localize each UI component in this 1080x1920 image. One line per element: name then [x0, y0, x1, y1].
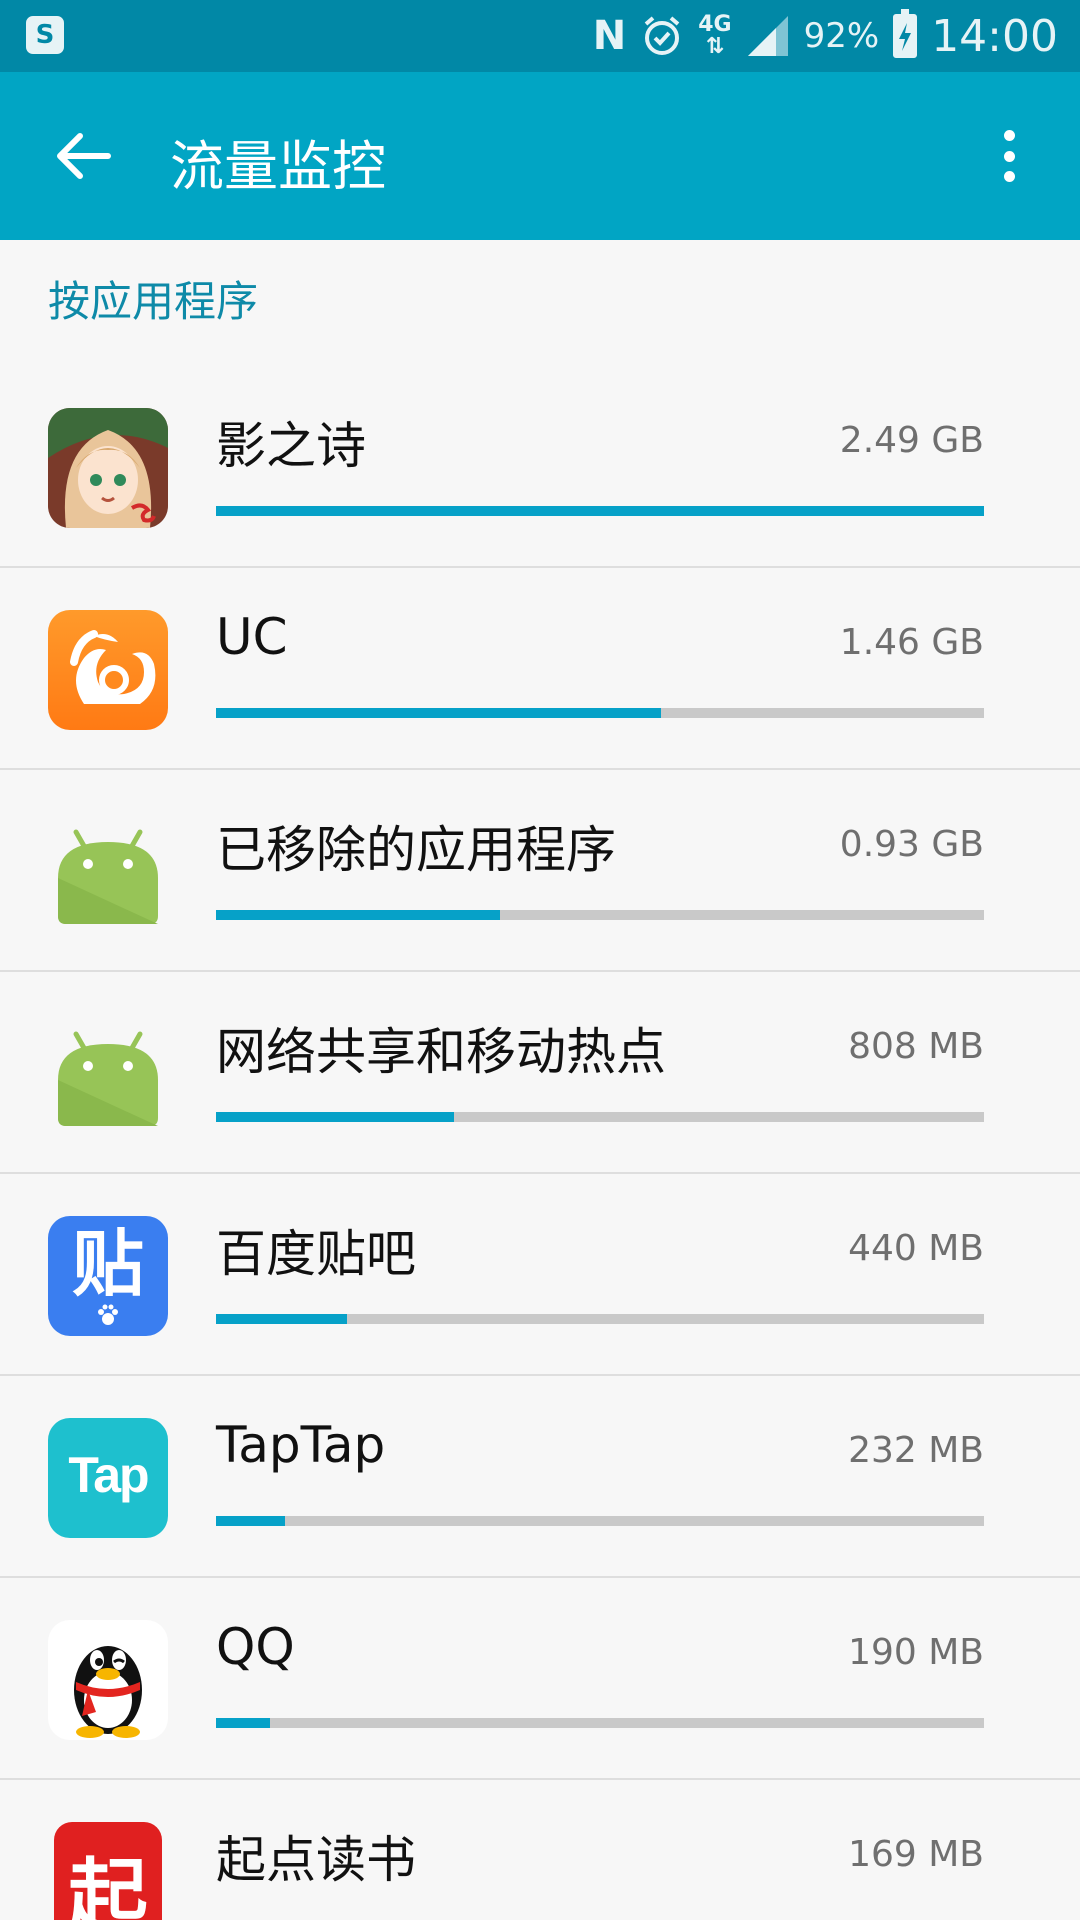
status-time: 14:00: [931, 10, 1058, 62]
more-vert-icon: [1003, 130, 1015, 141]
section-header: 按应用程序: [48, 277, 259, 326]
usage-bar-fill: [216, 1718, 270, 1728]
usage-bar: [216, 1516, 984, 1526]
app-data-size: 2.49 GB: [839, 420, 984, 461]
app-data-size: 808 MB: [848, 1026, 984, 1067]
app-data-size: 169 MB: [848, 1834, 984, 1875]
usage-bar-fill: [216, 1516, 286, 1526]
usage-bar: [216, 1112, 984, 1122]
list-item[interactable]: 贴 百度贴吧 440 MB: [0, 1174, 1080, 1376]
list-item[interactable]: 已移除的应用程序 0.93 GB: [0, 770, 1080, 972]
network-type: 4G: [698, 12, 732, 37]
app-name: TapTap: [216, 1416, 386, 1474]
usage-bar-fill: [216, 1314, 347, 1324]
app-name: 影之诗: [216, 417, 366, 475]
more-options-button[interactable]: [990, 124, 1028, 188]
app-bar: 流量监控: [0, 72, 1080, 240]
tieba-glyph: 贴: [71, 1222, 144, 1306]
usage-bar-fill: [216, 1112, 455, 1122]
usage-bar: [216, 506, 984, 516]
page-title: 流量监控: [170, 135, 386, 198]
usage-bar-fill: [216, 506, 984, 516]
qidian-glyph: 起: [68, 1850, 148, 1920]
app-data-size: 0.93 GB: [839, 824, 984, 865]
baidu-tieba-icon: 贴: [48, 1216, 168, 1336]
app-name: 起点读书: [216, 1831, 416, 1889]
list-item[interactable]: Tap TapTap 232 MB: [0, 1376, 1080, 1578]
4g-data-icon: 4G ⇅: [698, 12, 732, 59]
list-item[interactable]: 影之诗 2.49 GB: [0, 366, 1080, 568]
taptap-wordmark: Tap: [68, 1447, 149, 1503]
list-item[interactable]: QQ 190 MB: [0, 1578, 1080, 1780]
nfc-icon: N: [592, 13, 627, 59]
signal-icon: [747, 16, 788, 56]
arrow-left-icon: [57, 133, 111, 179]
paw-icon: [98, 1304, 118, 1325]
taptap-icon: Tap: [48, 1418, 168, 1538]
qq-penguin-icon: [48, 1620, 168, 1740]
app-data-size: 232 MB: [848, 1430, 984, 1471]
app-name: 网络共享和移动热点: [216, 1023, 666, 1081]
app-usage-list: 影之诗 2.49 GB UC 1.46 GB 已移除的应用程序 0.93 GB …: [0, 366, 1080, 1920]
battery-charging-icon: [893, 9, 918, 58]
qidian-icon: 起: [54, 1822, 162, 1920]
status-bar: S N 4G ⇅ 92% 14:00: [0, 0, 1080, 72]
android-icon: [48, 1014, 168, 1134]
usage-bar-fill: [216, 910, 501, 920]
app-name: 已移除的应用程序: [216, 821, 616, 879]
app-name: 百度贴吧: [216, 1225, 416, 1283]
list-item[interactable]: 网络共享和移动热点 808 MB: [0, 972, 1080, 1174]
list-item[interactable]: 起 起点读书 169 MB: [0, 1780, 1080, 1920]
usage-bar: [216, 1718, 984, 1728]
usage-bar-fill: [216, 708, 662, 718]
back-button[interactable]: [48, 120, 120, 192]
android-icon: [48, 812, 168, 932]
usage-bar: [216, 910, 984, 920]
usage-bar: [216, 708, 984, 718]
app-name: UC: [216, 608, 288, 666]
s-notification-icon: S: [26, 16, 64, 54]
app-data-size: 1.46 GB: [839, 622, 984, 663]
shadowverse-icon: [48, 408, 168, 528]
app-name: QQ: [216, 1618, 295, 1676]
uc-browser-icon: [48, 610, 168, 730]
battery-percent: 92%: [803, 16, 880, 56]
alarm-icon: [644, 16, 680, 55]
usage-bar: [216, 1314, 984, 1324]
app-data-size: 190 MB: [848, 1632, 984, 1673]
list-item[interactable]: UC 1.46 GB: [0, 568, 1080, 770]
app-data-size: 440 MB: [848, 1228, 984, 1269]
